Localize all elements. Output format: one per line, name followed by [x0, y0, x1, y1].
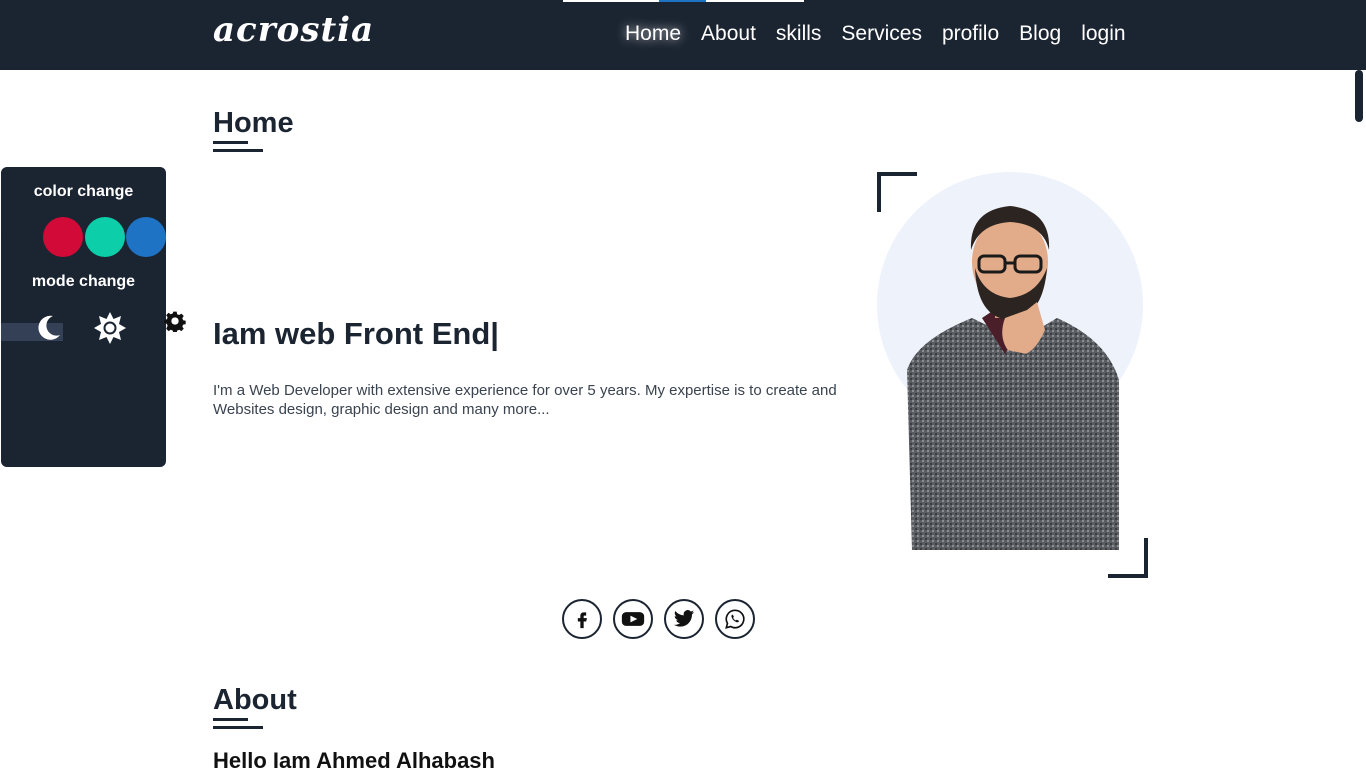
site-header: acrostia Home About skills Services prof… [0, 0, 1366, 70]
mode-change-label: mode change [31, 273, 136, 290]
profile-portrait-image [907, 206, 1119, 550]
color-swatch-red[interactable] [43, 217, 83, 257]
about-section-title: About [213, 684, 297, 716]
frame-corner-bottom-right [1108, 538, 1148, 578]
sun-icon [94, 312, 126, 344]
title-underline-short [213, 718, 248, 721]
scrollbar-thumb[interactable] [1355, 70, 1363, 122]
nav-indicator-line [706, 0, 804, 2]
nav-indicator-line [563, 0, 659, 2]
nav-profilo[interactable]: profilo [932, 19, 1009, 49]
youtube-link[interactable] [613, 599, 653, 639]
about-greeting: Hello Iam Ahmed Alhabash [213, 748, 495, 773]
whatsapp-link[interactable] [715, 599, 755, 639]
settings-toggle-button[interactable] [164, 310, 186, 337]
dark-mode-button[interactable] [33, 313, 63, 348]
site-logo[interactable]: acrostia [213, 10, 374, 50]
light-mode-button[interactable] [93, 311, 127, 350]
gear-icon [164, 311, 186, 334]
nav-services[interactable]: Services [831, 19, 932, 49]
social-links [562, 599, 755, 639]
color-swatch-teal[interactable] [85, 217, 125, 257]
twitter-link[interactable] [664, 599, 704, 639]
hero-description: I'm a Web Developer with extensive exper… [213, 382, 837, 418]
moon-icon [38, 315, 60, 340]
page-scrollbar[interactable] [1352, 70, 1366, 768]
nav-indicator-accent [659, 0, 706, 2]
color-change-label: color change [33, 183, 134, 200]
main-nav: Home About skills Services profilo Blog … [615, 19, 1136, 49]
title-underline-short [213, 141, 248, 144]
nav-login[interactable]: login [1071, 19, 1135, 49]
hero-headline: Iam web Front End| [213, 316, 499, 351]
facebook-icon [577, 612, 587, 629]
color-swatch-blue[interactable] [126, 217, 166, 257]
theme-settings-panel: color change mode change [1, 167, 166, 467]
whatsapp-icon [725, 609, 745, 629]
youtube-icon [621, 612, 645, 626]
title-underline-long [213, 726, 263, 729]
twitter-icon [673, 610, 695, 627]
nav-about[interactable]: About [691, 19, 766, 49]
nav-home[interactable]: Home [615, 19, 691, 49]
title-underline-long [213, 149, 263, 152]
nav-blog[interactable]: Blog [1009, 19, 1071, 49]
color-swatch-dark[interactable] [1, 217, 41, 257]
nav-skills[interactable]: skills [766, 19, 832, 49]
facebook-link[interactable] [562, 599, 602, 639]
home-section-title: Home [213, 107, 294, 139]
